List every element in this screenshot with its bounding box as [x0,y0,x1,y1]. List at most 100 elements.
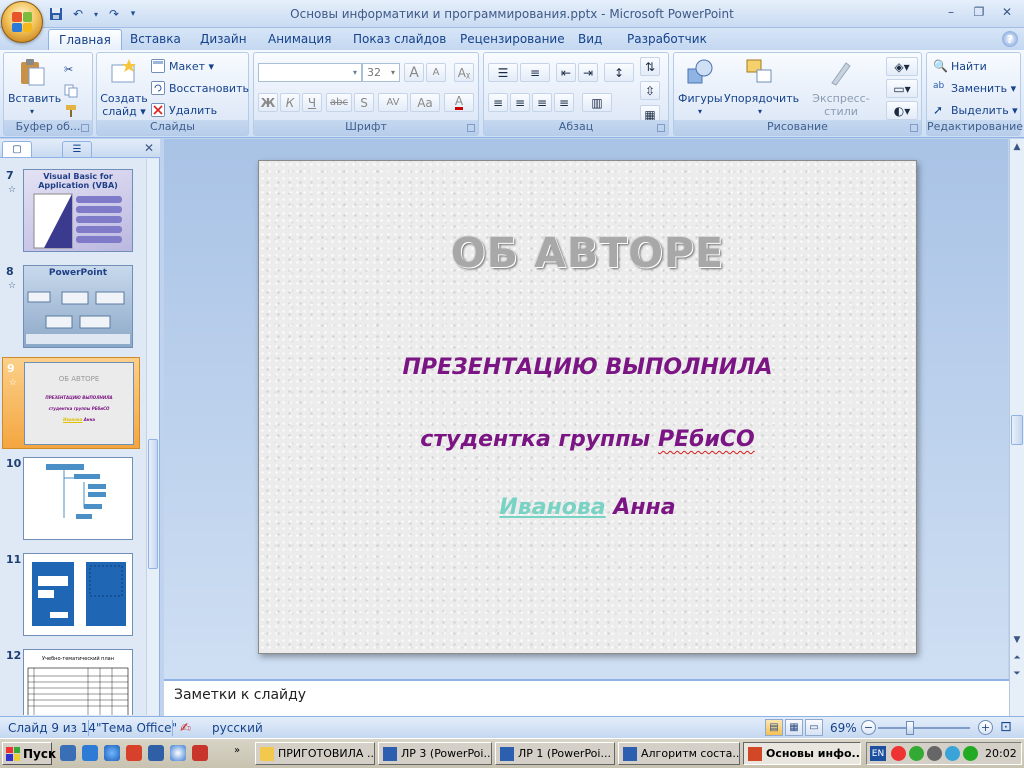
taskbar-item-lr1[interactable]: ЛР 1 (PowerPoi... [495,742,615,765]
increase-indent-icon[interactable]: ⇥ [578,63,598,82]
slide-thumbnail-11[interactable]: 11 [2,549,140,641]
tab-developer[interactable]: Разработчик [617,29,717,50]
columns-icon[interactable]: ▥ [582,93,612,112]
slide-scrollbar[interactable]: ▲ ▼ ⏶ ⏷ [1009,139,1024,716]
slide-thumbnail-8[interactable]: 8 ☆ PowerPoint [2,261,140,353]
taskbar-item-algorithm[interactable]: Алгоритм соста... [618,742,740,765]
shape-effects-icon[interactable]: ◐▾ [886,101,918,120]
shrink-font-icon[interactable]: A [426,63,446,82]
language-indicator[interactable]: EN [870,746,886,761]
slides-pane-scrollbar[interactable] [146,159,159,715]
new-slide-button[interactable]: Создать слайд ▾ [99,57,149,118]
close-button[interactable]: ✕ [994,3,1020,21]
font-size-combo[interactable]: 32 ▾ [362,63,400,82]
slide-title[interactable]: ОБ АВТОРЕ [259,229,916,277]
tab-review[interactable]: Рецензирование [450,29,575,50]
bullets-icon[interactable]: ☰ [488,63,518,82]
decrease-indent-icon[interactable]: ⇤ [556,63,576,82]
slides-tab-icon[interactable]: ▢ [2,141,32,157]
update-icon[interactable] [945,746,960,761]
replace-button[interactable]: ab Заменить ▾ [933,78,1016,98]
align-text-icon[interactable]: ⇳ [640,81,660,100]
network-icon[interactable] [891,746,906,761]
taskbar-item-powerpoint[interactable]: Основы инфо... [743,742,861,765]
copy-icon[interactable] [64,81,78,101]
next-slide-icon[interactable]: ⏷ [1011,667,1023,681]
arrange-button[interactable]: Упорядочить ▾ [724,57,799,118]
underline-button[interactable]: Ч [302,93,322,112]
layout-button[interactable]: Макет ▾ [151,56,214,76]
slide-thumbnail-9[interactable]: 9 ☆ ОБ АВТОРЕ ПРЕЗЕНТАЦИЮ ВЫПОЛНИЛА студ… [2,357,140,449]
font-color-button[interactable]: A [444,93,474,112]
drawing-launcher-icon[interactable] [910,124,918,132]
zoom-in-icon[interactable]: + [978,720,993,735]
delete-slide-button[interactable]: Удалить [151,100,217,120]
align-center-icon[interactable]: ≡ [510,93,530,112]
font-name-combo[interactable]: ▾ [258,63,362,82]
word-quicklaunch-icon[interactable] [82,745,98,761]
grow-font-icon[interactable]: A [404,63,424,82]
paragraph-launcher-icon[interactable] [657,124,665,132]
clear-format-icon[interactable]: Aᵪ [454,63,474,82]
scroll-up-icon[interactable]: ▲ [1011,140,1023,154]
shape-outline-icon[interactable]: ▭▾ [886,79,918,98]
theme-name[interactable]: "Тема Office" [96,721,177,735]
slide-thumbnail-7[interactable]: 7 ☆ Visual Basic for Application (VBA) [2,165,140,257]
slide-line-3[interactable]: Иванова Анна [259,495,916,520]
sorter-view-icon[interactable]: ▦ [785,719,803,736]
slide-scroll-thumb[interactable] [1011,415,1023,445]
font-launcher-icon[interactable] [467,124,475,132]
minimize-button[interactable]: – [938,3,964,21]
align-left-icon[interactable]: ≡ [488,93,508,112]
reset-button[interactable]: Восстановить [151,78,249,98]
bold-button[interactable]: Ж [258,93,278,112]
zoom-out-icon[interactable]: − [861,720,876,735]
antivirus-icon[interactable] [909,746,924,761]
language[interactable]: русский [212,721,263,735]
justify-icon[interactable]: ≡ [554,93,574,112]
numbering-icon[interactable]: ≡ [520,63,550,82]
text-direction-icon[interactable]: ⇅ [640,57,660,76]
shadow-button[interactable]: S [354,93,374,112]
show-desktop-icon[interactable] [60,745,76,761]
slide-line-2[interactable]: студентка группы РЕбиСО [259,427,916,452]
clipboard-launcher-icon[interactable] [81,124,89,132]
spellcheck-icon[interactable]: ✍ [180,721,191,736]
align-right-icon[interactable]: ≡ [532,93,552,112]
tab-slideshow[interactable]: Показ слайдов [343,29,456,50]
select-button[interactable]: ➚ Выделить ▾ [933,100,1018,120]
italic-button[interactable]: К [280,93,300,112]
app-quicklaunch-icon[interactable] [192,745,208,761]
powerpoint-quicklaunch-icon[interactable] [126,745,142,761]
zoom-slider-thumb[interactable] [906,721,914,735]
media-quicklaunch-icon[interactable] [170,745,186,761]
help-icon[interactable]: ? [1002,31,1018,47]
paste-button[interactable]: Вставить ▾ [8,57,61,118]
office-button[interactable] [1,1,43,43]
tray-app-icon[interactable] [963,746,978,761]
tab-home[interactable]: Главная [48,29,122,50]
slide-thumbnail-10[interactable]: 10 [2,453,140,545]
scroll-down-icon[interactable]: ▼ [1011,633,1023,647]
slideshow-view-icon[interactable]: ▭ [805,719,823,736]
normal-view-icon[interactable]: ▤ [765,719,783,736]
more-quicklaunch-icon[interactable]: » [234,745,250,761]
current-slide[interactable]: ОБ АВТОРЕ ПРЕЗЕНТАЦИЮ ВЫПОЛНИЛА студентк… [258,160,917,654]
notes-pane[interactable]: Заметки к слайду [164,679,1009,716]
format-painter-icon[interactable] [64,101,78,121]
taskbar-item-lr3[interactable]: ЛР 3 (PowerPoi... [378,742,492,765]
word2-quicklaunch-icon[interactable] [148,745,164,761]
shapes-button[interactable]: Фигуры ▾ [678,57,723,118]
strikethrough-button[interactable]: abc [326,93,352,112]
tab-insert[interactable]: Вставка [120,29,191,50]
zoom-slider[interactable] [878,727,970,729]
char-spacing-button[interactable]: AV [378,93,408,112]
ie-quicklaunch-icon[interactable] [104,745,120,761]
slides-pane-scroll-thumb[interactable] [148,439,158,569]
tab-view[interactable]: Вид [568,29,612,50]
tab-animation[interactable]: Анимация [258,29,341,50]
taskbar-item-folder[interactable]: ПРИГОТОВИЛА ... [255,742,375,765]
tab-design[interactable]: Дизайн [190,29,257,50]
change-case-button[interactable]: Aa [410,93,440,112]
fit-window-icon[interactable]: ⊡ [1000,719,1012,735]
